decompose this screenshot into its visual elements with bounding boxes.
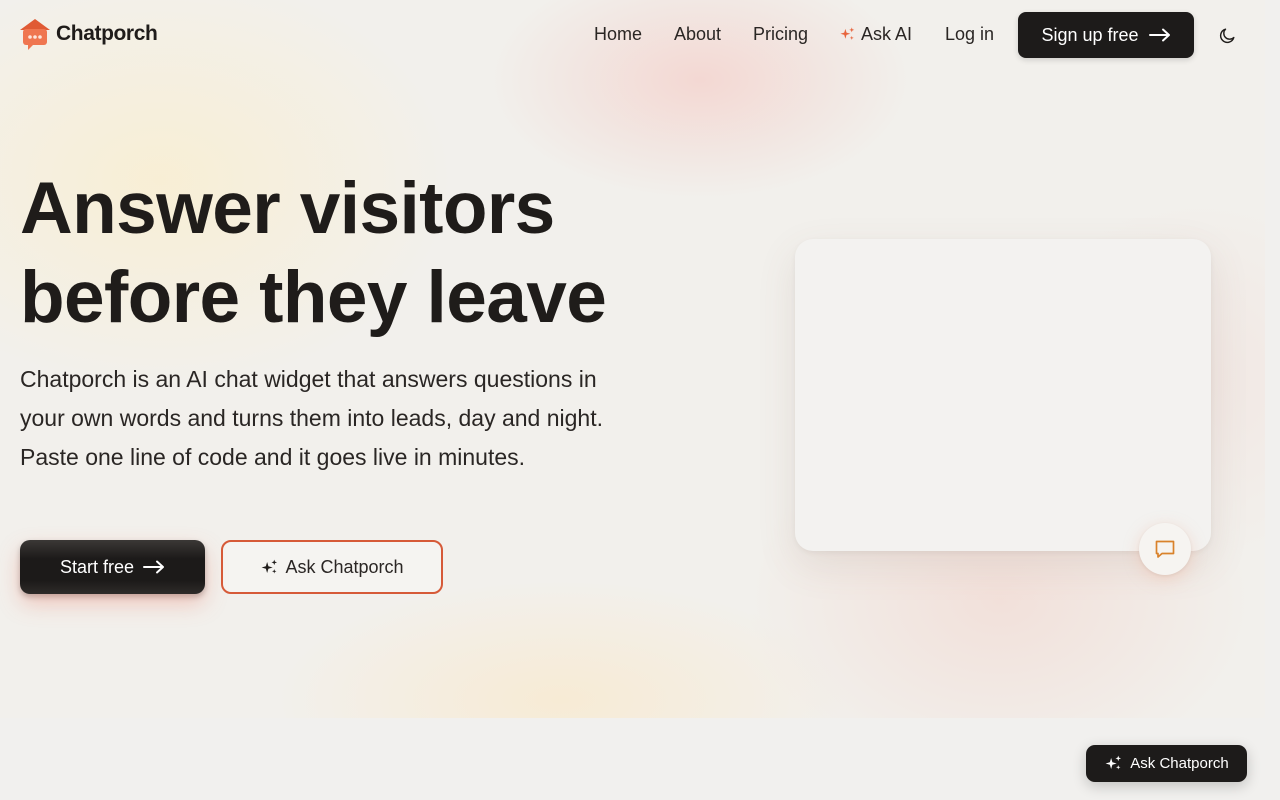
nav-login-link[interactable]: Log in	[945, 23, 994, 45]
arrow-right-icon	[1148, 28, 1170, 42]
nav-about-link[interactable]: About	[674, 23, 721, 45]
ask-chatporch-button[interactable]: Ask Chatporch	[221, 540, 443, 594]
chat-bubble-icon	[1155, 540, 1175, 558]
start-free-button[interactable]: Start free	[20, 540, 205, 594]
sparkle-icon	[840, 26, 855, 40]
arrow-right-icon	[143, 560, 165, 574]
chatporch-logo-icon	[20, 19, 50, 50]
sparkle-icon	[262, 559, 278, 574]
ask-chatporch-label: Ask Chatporch	[285, 556, 404, 577]
theme-toggle-button[interactable]	[1216, 24, 1238, 46]
brand-logo[interactable]: Chatporch	[19, 17, 158, 51]
chat-widget-preview	[795, 239, 1211, 551]
sign-up-button[interactable]: Sign up free	[1018, 12, 1194, 58]
floating-ask-label: Ask Chatporch	[1130, 755, 1229, 772]
sparkle-icon	[1105, 755, 1122, 770]
headline-line-1: Answer visitors	[20, 168, 555, 249]
chat-launcher-button[interactable]	[1139, 523, 1191, 575]
brand-name: Chatporch	[56, 22, 158, 45]
hero-subheading: Chatporch is an AI chat widget that answ…	[20, 366, 604, 470]
sign-up-label: Sign up free	[1041, 24, 1139, 45]
moon-icon	[1219, 27, 1235, 43]
nav-ask-ai-link[interactable]: Ask AI	[839, 23, 912, 45]
hero-headline: Answer visitors before they leave	[20, 164, 680, 342]
nav-ask-ai-label: Ask AI	[861, 24, 913, 44]
nav-pricing-link[interactable]: Pricing	[753, 23, 808, 45]
top-navigation: Chatporch Home About Pricing Ask AI Log …	[0, 0, 1280, 70]
headline-line-2: before they leave	[20, 257, 607, 338]
nav-home-link[interactable]: Home	[594, 23, 642, 45]
floating-ask-chatporch-button[interactable]: Ask Chatporch	[1086, 745, 1247, 782]
start-free-label: Start free	[59, 556, 135, 577]
